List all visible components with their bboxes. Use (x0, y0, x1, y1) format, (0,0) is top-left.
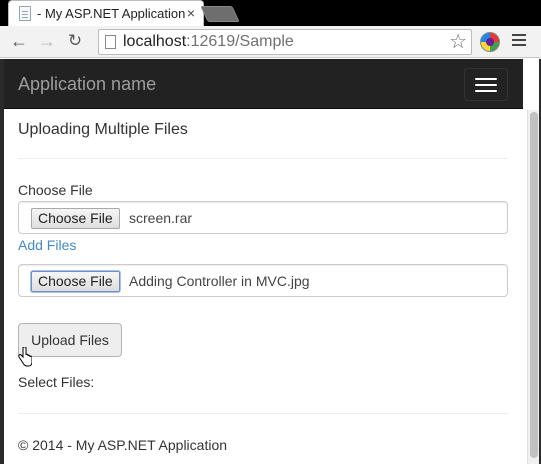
reload-icon[interactable]: ↻ (64, 30, 86, 52)
file-input-1[interactable]: Choose File screen.rar (18, 201, 508, 234)
address-bar[interactable]: localhost:12619/Sample ☆ (98, 29, 472, 55)
add-files-link[interactable]: Add Files (18, 237, 76, 253)
selected-file-name: screen.rar (129, 210, 193, 226)
scrollbar-thumb[interactable] (530, 112, 538, 458)
page-viewport: Application name Uploading Multiple File… (0, 59, 541, 464)
browser-tab-strip: - My ASP.NET Application × (0, 0, 541, 26)
page-title: Uploading Multiple Files (18, 121, 188, 138)
new-tab-button[interactable] (200, 6, 240, 22)
navbar-brand[interactable]: Application name (18, 74, 156, 95)
browser-tab[interactable]: - My ASP.NET Application × (8, 0, 204, 26)
arrow-right-icon[interactable]: → (36, 30, 58, 52)
divider (18, 158, 508, 159)
upload-files-button[interactable]: Upload Files (18, 323, 122, 357)
navbar-toggle-button[interactable] (464, 68, 508, 101)
footer-text: © 2014 - My ASP.NET Application (18, 437, 228, 453)
choose-file-button[interactable]: Choose File (31, 208, 120, 229)
hamburger-bar (475, 90, 497, 92)
file-input-2[interactable]: Choose File Adding Controller in MVC.jpg (18, 264, 508, 297)
tab-close-icon[interactable]: × (187, 4, 195, 22)
url-host: localhost (123, 33, 187, 50)
navbar: Application name (4, 59, 523, 109)
arrow-left-icon[interactable]: ← (8, 30, 30, 52)
choose-file-button[interactable]: Choose File (31, 271, 120, 292)
hamburger-menu-icon[interactable] (512, 34, 526, 48)
choose-file-label: Choose File (18, 182, 93, 198)
star-icon[interactable]: ☆ (449, 30, 467, 54)
url-text[interactable]: localhost:12619/Sample (123, 33, 294, 51)
extension-icon[interactable] (480, 32, 500, 52)
tab-title: - My ASP.NET Application (37, 6, 185, 21)
hand-cursor-icon (18, 347, 32, 367)
selected-file-name: Adding Controller in MVC.jpg (129, 273, 310, 289)
url-path: :12619/Sample (186, 33, 294, 50)
page-favicon-icon (19, 6, 31, 21)
select-files-label: Select Files: (18, 374, 95, 390)
divider (18, 413, 508, 414)
page-icon (105, 35, 116, 49)
hamburger-bar (475, 84, 497, 86)
browser-toolbar: ← → ↻ localhost:12619/Sample ☆ (0, 26, 541, 58)
hamburger-bar (475, 78, 497, 80)
vertical-scrollbar[interactable] (527, 110, 539, 464)
